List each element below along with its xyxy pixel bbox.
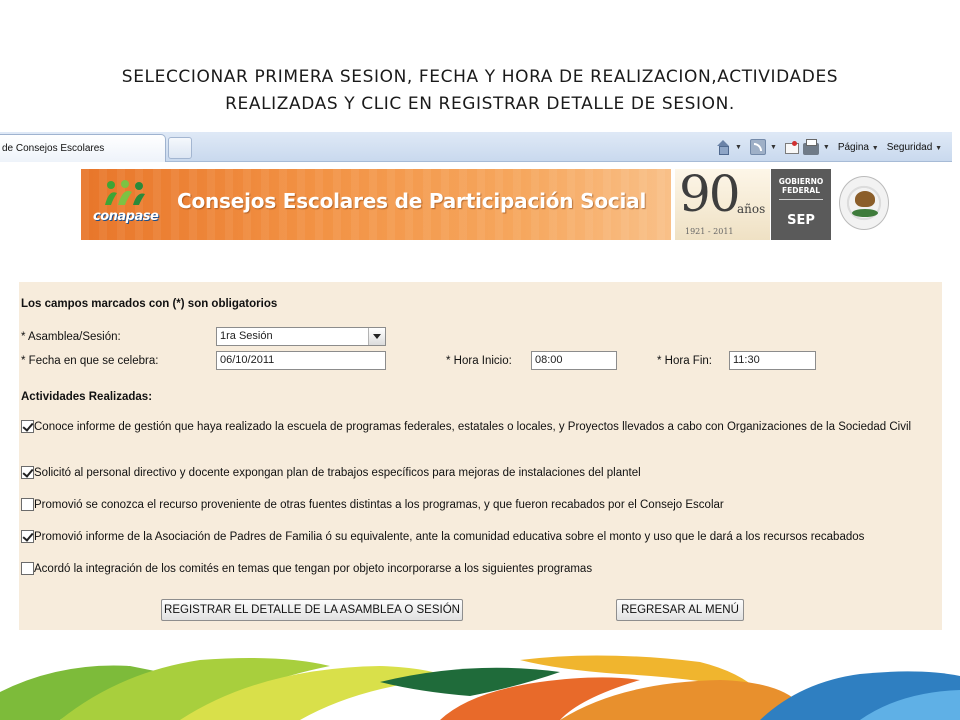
page-dropdown-icon: ▼ [871, 144, 879, 152]
agency-label: SEP [787, 213, 815, 228]
slide-title-line-1: SELECCIONAR PRIMERA SESION, FECHA Y HORA… [121, 67, 839, 87]
mexico-seal [832, 169, 896, 240]
activity-item: Acordó la integración de los comités en … [21, 562, 936, 576]
conapase-logo-text: conapase [93, 209, 159, 224]
activity-label: Solicitó al personal directivo y docente… [34, 467, 641, 479]
activity-item: Promovió se conozca el recurso provenien… [21, 498, 936, 512]
feed-dropdown-icon[interactable]: ▼ [770, 144, 777, 151]
browser-tab[interactable]: de Consejos Escolares [0, 134, 166, 162]
session-label: * Asamblea/Sesión: [21, 331, 121, 343]
presentation-slide: SELECCIONAR PRIMERA SESION, FECHA Y HORA… [0, 0, 960, 720]
site-banner: conapase Consejos Escolares de Participa… [81, 169, 896, 240]
print-icon[interactable] [802, 138, 819, 155]
activity-item: Solicitó al personal directivo y docente… [21, 466, 936, 480]
end-time-input[interactable]: 11:30 [729, 351, 816, 370]
security-dropdown-icon: ▼ [935, 144, 942, 152]
activity-item: Promovió informe de la Asociación de Pad… [21, 530, 936, 544]
command-bar: ▼ ▼ ▼ Página ▼ Seguridad ▼ [715, 138, 946, 156]
government-label: GOBIERNO FEDERAL [778, 177, 824, 195]
sep-divider [779, 199, 823, 200]
activity-checkbox[interactable] [21, 498, 34, 511]
required-fields-note: Los campos marcados con (*) son obligato… [21, 298, 278, 310]
browser-toolbar: de Consejos Escolares ▼ ▼ ▼ Página ▼ Seg… [0, 132, 952, 162]
conapase-logo: conapase [89, 179, 161, 231]
page-menu[interactable]: Página ▼ [838, 142, 883, 153]
date-input[interactable]: 06/10/2011 [216, 351, 386, 370]
national-seal-icon [839, 176, 889, 230]
mail-icon[interactable] [784, 141, 799, 154]
decorative-wave [0, 655, 960, 720]
start-time-input[interactable]: 08:00 [531, 351, 617, 370]
activity-label: Promovió se conozca el recurso provenien… [34, 499, 724, 511]
session-select-value: 1ra Sesión [220, 330, 273, 342]
feed-icon[interactable] [749, 139, 766, 155]
anniversary-years: 1921 - 2011 [685, 227, 734, 236]
browser-tab-title: de Consejos Escolares [2, 143, 105, 154]
security-menu[interactable]: Seguridad ▼ [887, 142, 946, 153]
back-to-menu-button[interactable]: REGRESAR AL MENÚ [616, 599, 744, 621]
slide-title-line-2: REALIZADAS Y CLIC EN REGISTRAR DETALLE D… [225, 94, 735, 114]
slide-title: SELECCIONAR PRIMERA SESION, FECHA Y HORA… [40, 64, 920, 118]
new-tab-button[interactable] [168, 137, 192, 159]
activity-checkbox[interactable] [21, 530, 34, 543]
page-menu-label: Página [837, 141, 869, 153]
activity-label: Conoce informe de gestión que haya reali… [34, 421, 912, 433]
register-session-button[interactable]: REGISTRAR EL DETALLE DE LA ASAMBLEA O SE… [161, 599, 463, 621]
activity-item: Conoce informe de gestión que haya reali… [21, 420, 936, 434]
date-label: * Fecha en que se celebra: [21, 355, 159, 367]
sep-logo: GOBIERNO FEDERAL SEP [771, 169, 831, 240]
conapase-people-icon [105, 180, 145, 205]
end-time-label: * Hora Fin: [657, 355, 712, 367]
anniversary-logo: 90 años 1921 - 2011 [675, 169, 770, 240]
print-dropdown-icon[interactable]: ▼ [823, 144, 830, 151]
security-menu-label: Seguridad [886, 141, 933, 153]
activity-checkbox[interactable] [21, 420, 34, 433]
activity-label: Promovió informe de la Asociación de Pad… [34, 531, 865, 543]
activity-label: Acordó la integración de los comités en … [34, 563, 593, 575]
activities-heading: Actividades Realizadas: [21, 391, 153, 403]
anniversary-number: 90 [679, 169, 741, 223]
chevron-down-icon[interactable] [368, 328, 385, 345]
anniversary-word: años [737, 202, 766, 216]
activity-checkbox[interactable] [21, 466, 34, 479]
home-icon[interactable] [715, 139, 731, 155]
banner-title: Consejos Escolares de Participación Soci… [177, 189, 647, 213]
session-form: Los campos marcados con (*) son obligato… [19, 282, 942, 630]
activity-checkbox[interactable] [21, 562, 34, 575]
home-dropdown-icon[interactable]: ▼ [735, 144, 742, 151]
start-time-label: * Hora Inicio: [446, 355, 512, 367]
session-select[interactable]: 1ra Sesión [216, 327, 386, 346]
